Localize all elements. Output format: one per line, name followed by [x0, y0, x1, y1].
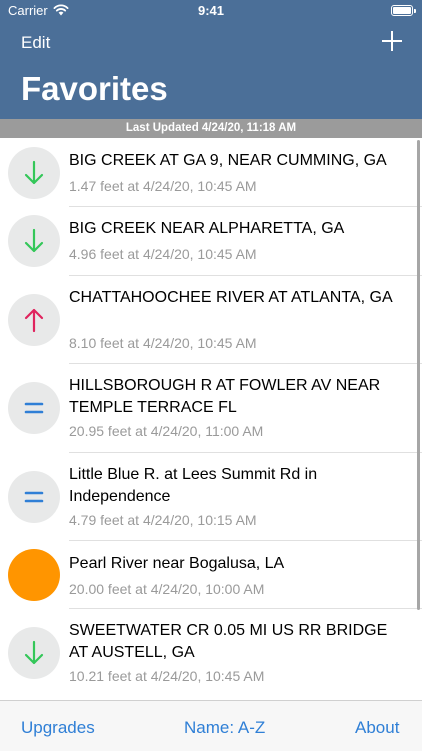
down-arrow-icon	[8, 215, 60, 267]
gauge-reading: 4.96 feet at 4/24/20, 10:45 AM	[69, 246, 257, 262]
add-icon[interactable]	[380, 29, 404, 53]
equals-icon	[8, 382, 60, 434]
gauge-name: BIG CREEK NEAR ALPHARETTA, GA	[69, 220, 345, 237]
favorites-list[interactable]: BIG CREEK AT GA 9, NEAR CUMMING, GA 1.47…	[0, 138, 422, 700]
battery-icon	[391, 5, 416, 16]
gauge-reading: 8.10 feet at 4/24/20, 10:45 AM	[69, 335, 257, 351]
gauge-name: HILLSBOROUGH R AT FOWLER AV NEAR TEMPLE …	[69, 377, 381, 416]
gauge-name: BIG CREEK AT GA 9, NEAR CUMMING, GA	[69, 152, 387, 169]
gauge-name: CHATTAHOOCHEE RIVER AT ATLANTA, GA	[69, 289, 393, 306]
orange-status-icon	[8, 549, 60, 601]
status-bar: Carrier 9:41	[0, 0, 422, 22]
up-arrow-icon	[8, 294, 60, 346]
page-title: Favorites	[21, 70, 168, 107]
gauge-reading: 1.47 feet at 4/24/20, 10:45 AM	[69, 178, 257, 194]
nav-header: Carrier 9:41 Edit Favorites	[0, 0, 422, 119]
bottom-toolbar: Upgrades Name: A-Z About	[0, 700, 422, 751]
gauge-name: Little Blue R. at Lees Summit Rd in Inde…	[69, 466, 318, 505]
list-item[interactable]: HILLSBOROUGH R AT FOWLER AV NEAR TEMPLE …	[0, 364, 422, 453]
down-arrow-icon	[8, 147, 60, 199]
gauge-name: Pearl River near Bogalusa, LA	[69, 555, 285, 572]
gauge-reading: 4.79 feet at 4/24/20, 10:15 AM	[69, 512, 257, 528]
gauge-reading: 20.95 feet at 4/24/20, 11:00 AM	[69, 423, 264, 439]
down-arrow-icon	[8, 627, 60, 679]
list-item[interactable]: BIG CREEK NEAR ALPHARETTA, GA 4.96 feet …	[0, 207, 422, 276]
scrollbar[interactable]	[417, 140, 420, 610]
upgrades-button[interactable]: Upgrades	[21, 718, 95, 738]
gauge-reading: 10.21 feet at 4/24/20, 10:45 AM	[69, 668, 265, 684]
list-item[interactable]: BIG CREEK AT GA 9, NEAR CUMMING, GA 1.47…	[0, 138, 422, 207]
clock: 9:41	[197, 3, 225, 18]
list-item[interactable]: Little Blue R. at Lees Summit Rd in Inde…	[0, 453, 422, 541]
equals-icon	[8, 471, 60, 523]
list-item[interactable]: Pearl River near Bogalusa, LA 20.00 feet…	[0, 541, 422, 609]
last-updated-banner: Last Updated 4/24/20, 11:18 AM	[0, 119, 422, 138]
list-item[interactable]: SWEETWATER CR 0.05 MI US RR BRIDGE AT AU…	[0, 609, 422, 700]
gauge-reading: 20.00 feet at 4/24/20, 10:00 AM	[69, 581, 265, 597]
gauge-name: SWEETWATER CR 0.05 MI US RR BRIDGE AT AU…	[69, 622, 388, 661]
edit-button[interactable]: Edit	[21, 33, 50, 53]
list-item[interactable]: CHATTAHOOCHEE RIVER AT ATLANTA, GA 8.10 …	[0, 276, 422, 364]
about-button[interactable]: About	[355, 718, 399, 738]
sort-button[interactable]: Name: A-Z	[184, 718, 265, 738]
